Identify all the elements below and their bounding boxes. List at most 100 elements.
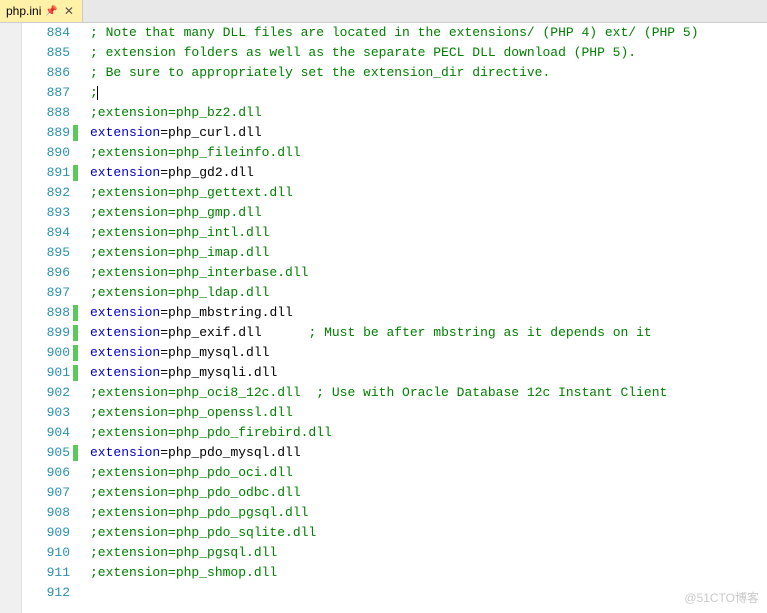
token: php_exif.dll: [168, 325, 308, 340]
code-content[interactable]: ;extension=php_pgsql.dll: [78, 543, 767, 563]
code-line[interactable]: 912: [22, 583, 767, 603]
fold-margin[interactable]: [0, 23, 22, 613]
line-number: 898: [22, 303, 78, 323]
code-content[interactable]: ; Note that many DLL files are located i…: [78, 23, 767, 43]
change-marker: [73, 305, 78, 321]
code-content[interactable]: ;extension=php_openssl.dll: [78, 403, 767, 423]
code-content[interactable]: ;extension=php_imap.dll: [78, 243, 767, 263]
token: =: [160, 305, 168, 320]
code-content[interactable]: ; Be sure to appropriately set the exten…: [78, 63, 767, 83]
code-line[interactable]: 900extension=php_mysql.dll: [22, 343, 767, 363]
code-content[interactable]: ;extension=php_pdo_oci.dll: [78, 463, 767, 483]
code-line[interactable]: 890 ;extension=php_fileinfo.dll: [22, 143, 767, 163]
code-content[interactable]: ;extension=php_bz2.dll: [78, 103, 767, 123]
line-number: 890: [22, 143, 78, 163]
change-marker: [73, 165, 78, 181]
code-line[interactable]: 906;extension=php_pdo_oci.dll: [22, 463, 767, 483]
code-content[interactable]: ;extension=php_gmp.dll: [78, 203, 767, 223]
line-number: 911: [22, 563, 78, 583]
code-line[interactable]: 905extension=php_pdo_mysql.dll: [22, 443, 767, 463]
line-number: 894: [22, 223, 78, 243]
code-line[interactable]: 910;extension=php_pgsql.dll: [22, 543, 767, 563]
code-line[interactable]: 904;extension=php_pdo_firebird.dll: [22, 423, 767, 443]
code-line[interactable]: 901extension=php_mysqli.dll: [22, 363, 767, 383]
token: extension: [90, 365, 160, 380]
token: ;extension=php_imap.dll: [90, 245, 269, 260]
line-number: 888: [22, 103, 78, 123]
token: php_curl.dll: [168, 125, 262, 140]
token: ; Note that many DLL files are located i…: [90, 25, 699, 40]
token: ;extension=php_fileinfo.dll: [90, 145, 301, 160]
code-line[interactable]: 902;extension=php_oci8_12c.dll ; Use wit…: [22, 383, 767, 403]
code-line[interactable]: 888 ;extension=php_bz2.dll: [22, 103, 767, 123]
code-line[interactable]: 893;extension=php_gmp.dll: [22, 203, 767, 223]
token: ;extension=php_pdo_pgsql.dll: [90, 505, 308, 520]
token: extension: [90, 445, 160, 460]
token: ; extension folders as well as the separ…: [90, 45, 636, 60]
code-content[interactable]: extension=php_pdo_mysql.dll: [78, 443, 767, 463]
code-content[interactable]: ;extension=php_pdo_pgsql.dll: [78, 503, 767, 523]
code-line[interactable]: 896;extension=php_interbase.dll: [22, 263, 767, 283]
code-line[interactable]: 897;extension=php_ldap.dll: [22, 283, 767, 303]
code-content[interactable]: ;extension=php_oci8_12c.dll ; Use with O…: [78, 383, 767, 403]
code-line[interactable]: 887;: [22, 83, 767, 103]
code-content[interactable]: ;extension=php_shmop.dll: [78, 563, 767, 583]
token: =: [160, 345, 168, 360]
code-line[interactable]: 889extension=php_curl.dll: [22, 123, 767, 143]
code-line[interactable]: 895;extension=php_imap.dll: [22, 243, 767, 263]
code-area[interactable]: 884; Note that many DLL files are locate…: [22, 23, 767, 613]
token: ;extension=php_ldap.dll: [90, 285, 269, 300]
token: ;extension=php_gettext.dll: [90, 185, 293, 200]
code-content[interactable]: ;extension=php_pdo_firebird.dll: [78, 423, 767, 443]
token: ;extension=php_intl.dll: [90, 225, 269, 240]
token: =: [160, 325, 168, 340]
code-line[interactable]: 892 ;extension=php_gettext.dll: [22, 183, 767, 203]
code-content[interactable]: extension=php_mysql.dll: [78, 343, 767, 363]
code-line[interactable]: 886; Be sure to appropriately set the ex…: [22, 63, 767, 83]
close-icon[interactable]: ✕: [62, 4, 76, 18]
code-line[interactable]: 907;extension=php_pdo_odbc.dll: [22, 483, 767, 503]
code-line[interactable]: 909;extension=php_pdo_sqlite.dll: [22, 523, 767, 543]
code-content[interactable]: extension=php_exif.dll ; Must be after m…: [78, 323, 767, 343]
code-line[interactable]: 884; Note that many DLL files are locate…: [22, 23, 767, 43]
code-line[interactable]: 885; extension folders as well as the se…: [22, 43, 767, 63]
tab-php-ini[interactable]: php.ini 📌 ✕: [0, 0, 83, 22]
token: ;extension=php_bz2.dll: [90, 105, 262, 120]
token: php_mbstring.dll: [168, 305, 293, 320]
line-number: 900: [22, 343, 78, 363]
token: ;extension=php_pgsql.dll: [90, 545, 277, 560]
line-number: 908: [22, 503, 78, 523]
code-content[interactable]: ;extension=php_pdo_sqlite.dll: [78, 523, 767, 543]
code-content[interactable]: ;extension=php_interbase.dll: [78, 263, 767, 283]
token: ; Must be after mbstring as it depends o…: [308, 325, 651, 340]
code-content[interactable]: extension=php_mysqli.dll: [78, 363, 767, 383]
code-content[interactable]: ;extension=php_pdo_odbc.dll: [78, 483, 767, 503]
code-content[interactable]: ; extension folders as well as the separ…: [78, 43, 767, 63]
code-content[interactable]: [78, 583, 767, 603]
line-number: 899: [22, 323, 78, 343]
token: extension: [90, 125, 160, 140]
code-content[interactable]: extension=php_mbstring.dll: [78, 303, 767, 323]
line-number: 896: [22, 263, 78, 283]
code-content[interactable]: extension=php_curl.dll: [78, 123, 767, 143]
code-line[interactable]: 903;extension=php_openssl.dll: [22, 403, 767, 423]
code-content[interactable]: ;extension=php_gettext.dll: [78, 183, 767, 203]
token: php_mysqli.dll: [168, 365, 277, 380]
token: =: [160, 365, 168, 380]
code-content[interactable]: ;extension=php_fileinfo.dll: [78, 143, 767, 163]
token: =: [160, 165, 168, 180]
code-content[interactable]: extension=php_gd2.dll: [78, 163, 767, 183]
code-line[interactable]: 894 ;extension=php_intl.dll: [22, 223, 767, 243]
change-marker: [73, 345, 78, 361]
code-line[interactable]: 908 ;extension=php_pdo_pgsql.dll: [22, 503, 767, 523]
line-number: 887: [22, 83, 78, 103]
code-line[interactable]: 899extension=php_exif.dll ; Must be afte…: [22, 323, 767, 343]
code-content[interactable]: ;extension=php_intl.dll: [78, 223, 767, 243]
code-line[interactable]: 898extension=php_mbstring.dll: [22, 303, 767, 323]
code-content[interactable]: ;: [78, 83, 767, 103]
code-line[interactable]: 891extension=php_gd2.dll: [22, 163, 767, 183]
line-number: 892: [22, 183, 78, 203]
code-content[interactable]: ;extension=php_ldap.dll: [78, 283, 767, 303]
code-line[interactable]: 911;extension=php_shmop.dll: [22, 563, 767, 583]
pin-icon[interactable]: 📌: [45, 6, 57, 17]
